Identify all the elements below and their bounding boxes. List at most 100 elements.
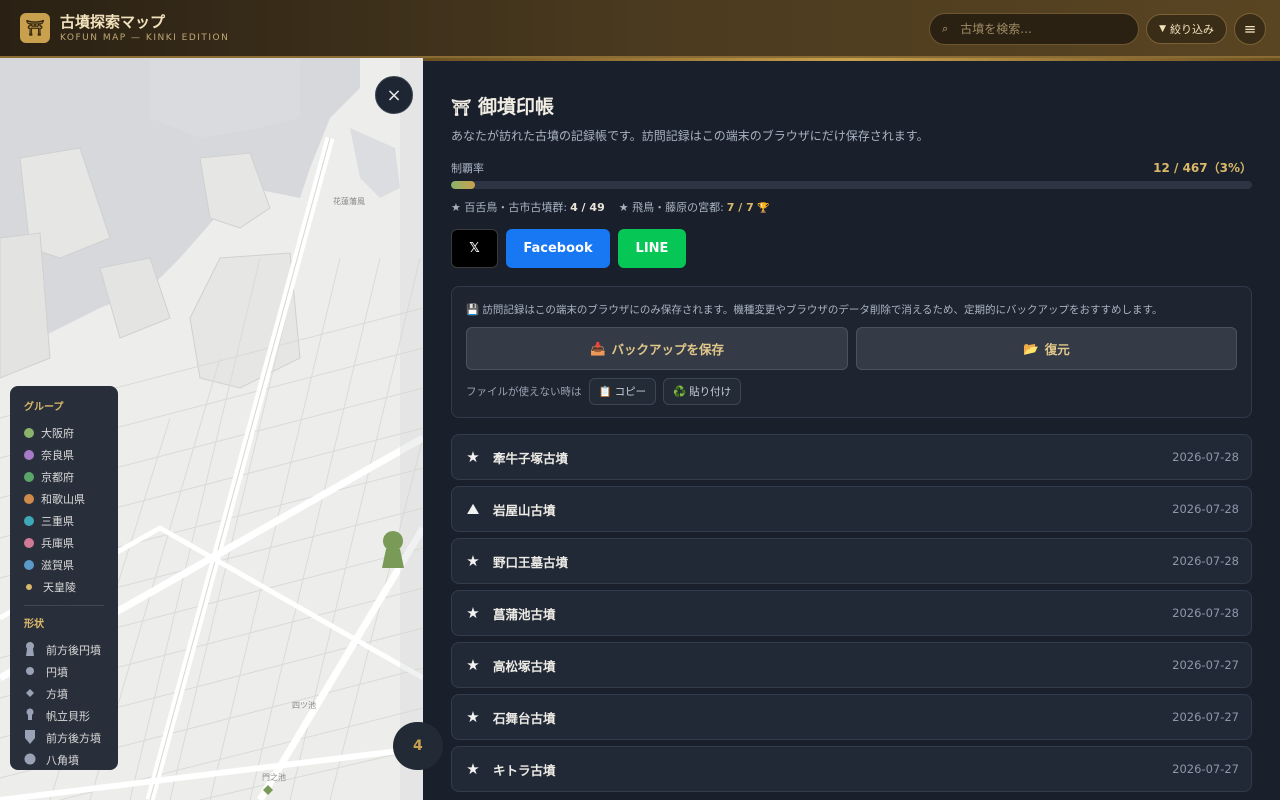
goshuin-panel: ⛩ 御墳印帳 あなたが訪れた古墳の記録帳です。訪問記録はこの端末のブラウザにだけ… — [423, 58, 1280, 800]
alt-label: ファイルが使えない時は — [466, 386, 582, 398]
filter-icon: ▼ — [1159, 24, 1166, 34]
visit-date: 2026-07-27 — [1172, 658, 1239, 672]
paste-button[interactable]: ♻️ 貼り付け — [663, 378, 742, 405]
cluster-count: 4 — [413, 738, 423, 754]
cluster-count-badge[interactable]: 4 — [393, 722, 443, 770]
star-icon: ★ — [466, 552, 480, 570]
search-icon: ⌕ — [942, 22, 949, 35]
dot-icon — [24, 472, 34, 482]
visit-item[interactable]: ★ 高松塚古墳 2026-07-27 — [451, 642, 1252, 688]
visit-name: 岩屋山古墳 — [493, 502, 556, 518]
map-legend: グループ 大阪府 奈良県 京都府 和歌山県 三重県 兵庫県 滋賀県 天皇陵 形状… — [10, 386, 118, 770]
share-x-button[interactable]: 𝕏 — [451, 229, 498, 268]
dot-icon — [24, 428, 34, 438]
panel-title: ⛩ 御墳印帳 — [451, 96, 554, 118]
visit-date: 2026-07-27 — [1172, 762, 1239, 776]
legend-item-wakayama: 和歌山県 — [24, 488, 104, 510]
close-panel-button[interactable]: × — [375, 76, 413, 114]
share-facebook-button[interactable]: Facebook — [506, 229, 610, 268]
map-label: 四ツ池 — [292, 700, 316, 710]
visit-item[interactable]: ★ 野口王墓古墳 2026-07-28 — [451, 538, 1252, 584]
close-icon: × — [386, 84, 402, 106]
search-box[interactable]: ⌕ — [929, 13, 1140, 45]
star-icon: ★ — [466, 656, 480, 674]
backup-section: 💾 訪問記録はこの端末のブラウザにのみ保存されます。機種変更やブラウザのデータ削… — [451, 286, 1252, 418]
group-stat-asuka: ★ 飛鳥・藤原の宮都: 7 / 7 🏆 — [618, 201, 770, 214]
visit-name: キトラ古墳 — [493, 762, 556, 778]
visit-date: 2026-07-28 — [1172, 450, 1239, 464]
legend-item-nara: 奈良県 — [24, 444, 104, 466]
visit-name: 石舞台古墳 — [493, 710, 556, 726]
legend-item-mie: 三重県 — [24, 510, 104, 532]
legend-item-kyoto: 京都府 — [24, 466, 104, 488]
trophy-icon: 🏆 — [757, 203, 770, 214]
panel-description: あなたが訪れた古墳の記録帳です。訪問記録はこの端末のブラウザにだけ保存されます。 — [451, 129, 929, 143]
menu-button[interactable]: ≡ — [1234, 13, 1266, 45]
copy-button[interactable]: 📋 コピー — [588, 378, 657, 405]
dot-icon — [24, 494, 34, 504]
recycle-icon: ♻️ — [673, 386, 687, 398]
visit-date: 2026-07-27 — [1172, 710, 1239, 724]
legend-item-shiga: 滋賀県 — [24, 554, 104, 576]
star-icon: ★ — [466, 604, 480, 622]
torii-icon: ⛩ — [451, 98, 472, 117]
visit-item[interactable]: ★ キトラ古墳 2026-07-27 — [451, 746, 1252, 792]
share-line-button[interactable]: LINE — [618, 229, 686, 268]
dot-icon — [24, 516, 34, 526]
keyhole-icon — [24, 641, 36, 659]
completion-value: 12 / 467（3%） — [1153, 161, 1252, 175]
legend-item-imperial: 天皇陵 — [24, 576, 104, 598]
map-label: 門之池 — [262, 772, 286, 782]
dot-icon — [24, 560, 34, 570]
legend-shape-keyhole: 前方後円墳 — [24, 639, 104, 661]
legend-group-title: グループ — [24, 402, 64, 413]
backup-note: 💾 訪問記録はこの端末のブラウザにのみ保存されます。機種変更やブラウザのデータ削… — [466, 304, 1163, 316]
hamburger-icon: ≡ — [1243, 20, 1257, 38]
app-subtitle: KOFUN MAP — KINKI EDITION — [60, 32, 230, 43]
restore-button[interactable]: 📂 復元 — [856, 327, 1237, 370]
legend-shape-square: 方墳 — [24, 683, 104, 705]
visit-date: 2026-07-28 — [1172, 606, 1239, 620]
legend-shape-circle: 円墳 — [24, 661, 104, 683]
legend-shape-octagon: 八角墳 — [24, 749, 104, 771]
group-stat-mozu: ★ 百舌鳥・古市古墳群: 4 / 49 — [451, 201, 605, 214]
filter-button[interactable]: ▼ 絞り込み — [1146, 14, 1227, 44]
legend-item-hyogo: 兵庫県 — [24, 532, 104, 554]
panel-accent-line — [423, 58, 1280, 61]
group-stats: ★ 百舌鳥・古市古墳群: 4 / 49 ★ 飛鳥・藤原の宮都: 7 / 7 🏆 — [451, 199, 770, 215]
star-icon: ★ — [466, 760, 480, 778]
legend-divider — [24, 605, 104, 606]
map-label: 花蓮藩風 — [333, 196, 365, 206]
search-input[interactable] — [960, 22, 1121, 36]
visit-item[interactable]: ★ 牽牛子塚古墳 2026-07-28 — [451, 434, 1252, 480]
star-icon: ★ — [466, 448, 480, 466]
completion-label: 制覇率 — [451, 162, 484, 175]
inbox-icon: 📥 — [589, 340, 606, 356]
app-header: ⛩ 古墳探索マップ KOFUN MAP — KINKI EDITION ⌕ ▼ … — [0, 0, 1280, 58]
app-title: 古墳探索マップ — [60, 12, 166, 31]
visit-name: 高松塚古墳 — [493, 658, 556, 674]
visit-name: 野口王墓古墳 — [493, 554, 569, 570]
progress-fill — [451, 181, 476, 189]
visit-item[interactable]: ★ 菖蒲池古墳 2026-07-28 — [451, 590, 1252, 636]
octagon-icon — [24, 753, 36, 768]
mountain-icon: ⛰ — [466, 500, 480, 518]
legend-shape-scallop: 帆立貝形 — [24, 705, 104, 727]
filter-label: 絞り込み — [1170, 23, 1214, 36]
dot-icon — [24, 538, 34, 548]
clipboard-icon: 📋 — [598, 386, 612, 398]
visit-item[interactable]: ★ 石舞台古墳 2026-07-27 — [451, 694, 1252, 740]
visit-list: ★ 牽牛子塚古墳 2026-07-28 ⛰ 岩屋山古墳 2026-07-28 ★ 野口王墓… — [451, 434, 1252, 798]
visit-name: 菖蒲池古墳 — [493, 606, 556, 622]
legend-shape-zenpokoho: 前方後方墳 — [24, 727, 104, 749]
visit-item[interactable]: ⛰ 岩屋山古墳 2026-07-28 — [451, 486, 1252, 532]
completion-progress-bar — [451, 181, 1252, 189]
legend-item-osaka: 大阪府 — [24, 422, 104, 444]
scallop-icon — [24, 708, 36, 724]
legend-shape-title: 形状 — [24, 619, 44, 630]
save-backup-button[interactable]: 📥 バックアップを保存 — [466, 327, 848, 370]
circle-icon — [24, 666, 36, 679]
alt-backup-row: ファイルが使えない時は 📋 コピー ♻️ 貼り付け — [466, 378, 742, 405]
floppy-icon: 💾 — [466, 304, 480, 316]
brand: 古墳探索マップ KOFUN MAP — KINKI EDITION — [60, 13, 229, 44]
